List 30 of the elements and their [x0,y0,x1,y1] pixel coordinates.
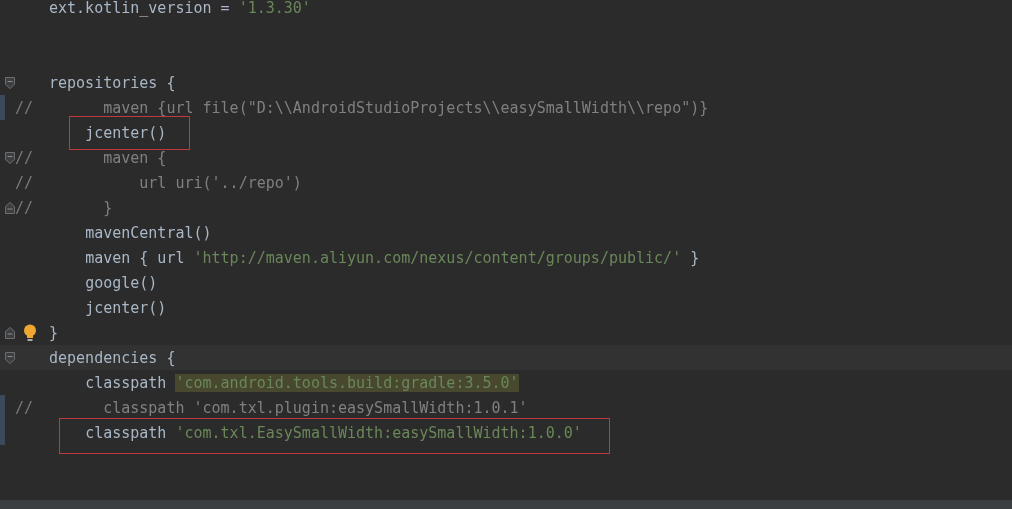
fold-icon[interactable] [5,151,15,164]
code-line: } [49,323,59,342]
comment-marker: // [15,98,34,117]
commented-code-line: maven {url file("D:\\AndroidStudioProjects\\easySmallWidth\\repo")} [103,98,709,117]
fold-icon[interactable] [5,351,15,364]
commented-code-line: } [103,198,113,217]
code-line: classpath 'com.android.tools.build:gradle:3.5.0' [85,373,519,392]
comment-marker: // [15,398,34,417]
commented-code-line: maven { [103,148,167,167]
code-line: maven { url 'http://maven.aliyun.com/nexus/content/groups/public/' } [85,248,700,267]
commented-code-line: url uri('../repo') [139,173,302,192]
lightbulb-icon[interactable] [23,323,37,342]
fold-icon[interactable] [5,326,15,339]
code-line: google() [85,273,158,292]
change-marker[interactable] [0,95,5,120]
fold-icon[interactable] [5,201,15,214]
code-line: jcenter() [85,123,167,142]
code-line: repositories { [49,73,176,92]
code-line: mavenCentral() [85,223,212,242]
code-line: dependencies { [49,348,176,367]
commented-code-line: classpath 'com.txl.plugin:easySmallWidth:1.0.1' [103,398,528,417]
comment-marker: // [15,198,34,217]
code-line: jcenter() [85,298,167,317]
change-marker[interactable] [0,395,5,420]
change-marker[interactable] [0,420,5,445]
code-line: classpath 'com.txl.EasySmallWidth:easySmallWidth:1.0.0' [85,423,582,442]
comment-marker: // [15,173,34,192]
comment-marker: // [15,148,34,167]
fold-icon[interactable] [5,76,15,89]
code-line: ext.kotlin_version = '1.3.30' [49,0,311,17]
